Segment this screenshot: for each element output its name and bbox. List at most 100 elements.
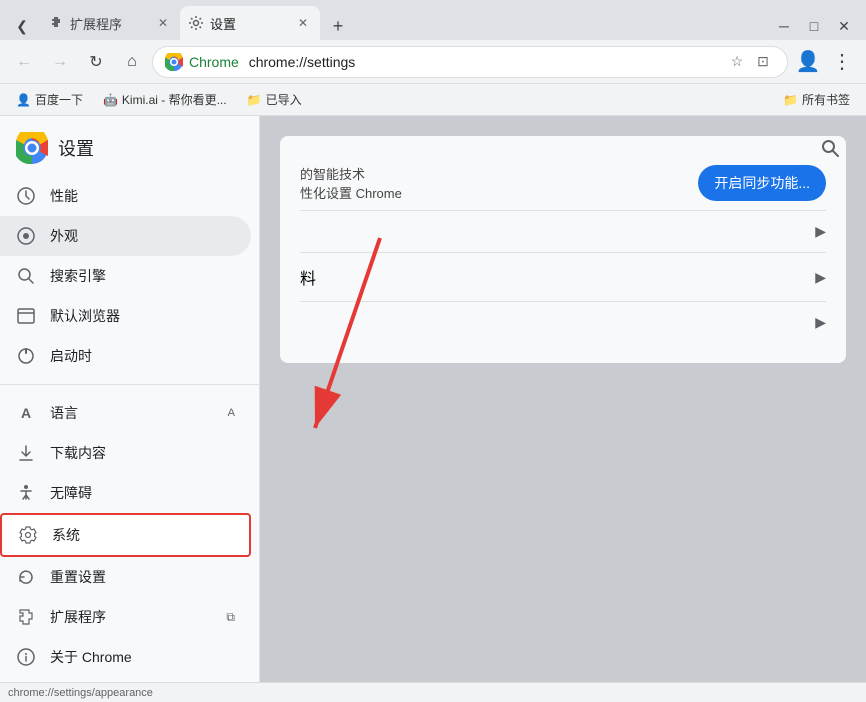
- accessibility-label: 无障碍: [50, 483, 235, 503]
- baidu-icon: 👤: [16, 93, 31, 107]
- address-bar[interactable]: Chrome chrome://settings ☆ ⊡: [152, 46, 788, 78]
- sidebar-title: 设置: [58, 135, 94, 161]
- address-actions: ☆ ⊡: [725, 50, 775, 74]
- downloads-label: 下载内容: [50, 443, 235, 463]
- settings-content: 的智能技术 性化设置 Chrome 开启同步功能... ▶ 料 ▶ ▶: [260, 116, 866, 682]
- sidebar-item-reset[interactable]: 重置设置: [0, 557, 251, 597]
- bookmark-kimi[interactable]: 🤖 Kimi.ai - 帮你看更...: [95, 89, 235, 110]
- sync-row: 的智能技术 性化设置 Chrome 开启同步功能...: [300, 156, 826, 210]
- about-label: 关于 Chrome: [50, 647, 235, 667]
- settings-card: 的智能技术 性化设置 Chrome 开启同步功能... ▶ 料 ▶ ▶: [280, 136, 846, 363]
- tab-settings-close[interactable]: ✕: [294, 14, 312, 32]
- sync-button[interactable]: 开启同步功能...: [698, 165, 826, 201]
- content-search-area: [814, 132, 846, 164]
- search-label: 搜索引擎: [50, 266, 235, 286]
- startup-label: 启动时: [50, 346, 235, 366]
- sidebar-item-appearance[interactable]: 外观: [0, 216, 251, 256]
- address-url: chrome://settings: [249, 54, 356, 70]
- appearance-label: 外观: [50, 226, 235, 246]
- window-controls: ─ □ ✕: [770, 12, 858, 40]
- forward-button[interactable]: →: [44, 46, 76, 78]
- settings-row-1[interactable]: ▶: [300, 210, 826, 252]
- system-label: 系统: [52, 525, 233, 545]
- sidebar-item-about[interactable]: 关于 Chrome: [0, 637, 251, 677]
- tab-extensions-title: 扩展程序: [70, 14, 148, 33]
- sidebar-item-language[interactable]: A 语言 A: [0, 393, 251, 433]
- settings-sidebar: 设置 性能 外观: [0, 116, 260, 682]
- sync-text-2: 性化设置 Chrome: [300, 183, 402, 202]
- row-2-label: 料: [300, 265, 316, 289]
- reload-button[interactable]: ↻: [80, 46, 112, 78]
- sidebar-item-system[interactable]: 系统: [0, 513, 251, 557]
- nav-bar: ← → ↻ ⌂ Chrome chrome://settings: [0, 40, 866, 84]
- downloads-icon: [16, 443, 36, 463]
- bookmarks-bar: 👤 百度一下 🤖 Kimi.ai - 帮你看更... 📁 已导入 📁 所有书签: [0, 84, 866, 116]
- all-bookmarks-btn[interactable]: 📁 所有书签: [775, 89, 858, 110]
- search-icon: [16, 266, 36, 286]
- menu-button[interactable]: ⋮: [826, 46, 858, 78]
- tab-bar-left: ❮: [8, 12, 36, 40]
- status-bar: chrome://settings/appearance: [0, 682, 866, 702]
- tab-extensions-close[interactable]: ✕: [154, 14, 172, 32]
- new-tab-button[interactable]: +: [324, 12, 352, 40]
- baidu-label: 百度一下: [35, 91, 83, 108]
- reset-icon: [16, 567, 36, 587]
- sidebar-item-search[interactable]: 搜索引擎: [0, 256, 251, 296]
- bookmark-imported[interactable]: 📁 已导入: [239, 89, 310, 110]
- tab-scroll-left[interactable]: ❮: [8, 12, 36, 40]
- extensions-favicon: [48, 15, 64, 31]
- close-button[interactable]: ✕: [830, 12, 858, 40]
- profile-button[interactable]: 👤: [792, 46, 824, 78]
- chevron-icon-3: ▶: [815, 314, 826, 331]
- bookmark-baidu[interactable]: 👤 百度一下: [8, 89, 91, 110]
- language-translate-icon: A: [228, 407, 235, 419]
- all-bookmarks-folder-icon: 📁: [783, 93, 798, 107]
- tab-extensions[interactable]: 扩展程序 ✕: [40, 6, 180, 40]
- folder-icon: 📁: [247, 93, 262, 107]
- performance-label: 性能: [50, 186, 235, 206]
- sync-description: 的智能技术 性化设置 Chrome: [300, 164, 402, 202]
- tab-settings-title: 设置: [210, 14, 288, 33]
- all-bookmarks: 📁 所有书签: [775, 89, 858, 110]
- reset-label: 重置设置: [50, 567, 235, 587]
- sidebar-item-startup[interactable]: 启动时: [0, 336, 251, 376]
- maximize-button[interactable]: □: [800, 12, 828, 40]
- sidebar-header: 设置: [0, 116, 259, 176]
- tab-settings[interactable]: 设置 ✕: [180, 6, 320, 40]
- reading-list-button[interactable]: ⊡: [751, 50, 775, 74]
- address-text: Chrome chrome://settings: [189, 54, 719, 70]
- sidebar-scroll-indicator: [0, 677, 259, 682]
- chevron-icon-2: ▶: [815, 269, 826, 286]
- sidebar-item-performance[interactable]: 性能: [0, 176, 251, 216]
- settings-row-3[interactable]: ▶: [300, 301, 826, 343]
- language-label: 语言: [50, 403, 214, 423]
- minimize-button[interactable]: ─: [770, 12, 798, 40]
- sidebar-item-accessibility[interactable]: 无障碍: [0, 473, 251, 513]
- settings-row-2[interactable]: 料 ▶: [300, 252, 826, 301]
- sidebar-item-downloads[interactable]: 下载内容: [0, 433, 251, 473]
- sidebar-item-extensions[interactable]: 扩展程序 ⧉: [0, 597, 251, 637]
- bookmark-star-button[interactable]: ☆: [725, 50, 749, 74]
- site-icon: [165, 53, 183, 71]
- all-bookmarks-label: 所有书签: [802, 91, 850, 108]
- back-button[interactable]: ←: [8, 46, 40, 78]
- sidebar-item-default-browser[interactable]: 默认浏览器: [0, 296, 251, 336]
- chrome-logo: [16, 132, 48, 164]
- sidebar-divider-1: [0, 384, 259, 385]
- address-brand: Chrome: [189, 54, 239, 70]
- home-button[interactable]: ⌂: [116, 46, 148, 78]
- status-url: chrome://settings/appearance: [8, 687, 153, 699]
- performance-icon: [16, 186, 36, 206]
- main-area: 设置 性能 外观: [0, 116, 866, 682]
- extensions-sidebar-label: 扩展程序: [50, 607, 212, 627]
- content-search-button[interactable]: [814, 132, 846, 164]
- browser-icon: [16, 306, 36, 326]
- startup-icon: [16, 346, 36, 366]
- tab-bar: ❮ 扩展程序 ✕ 设置 ✕ + ─ □: [0, 0, 866, 40]
- kimi-icon: 🤖: [103, 93, 118, 107]
- nav-actions: 👤 ⋮: [792, 46, 858, 78]
- accessibility-icon: [16, 483, 36, 503]
- chevron-icon-1: ▶: [815, 223, 826, 240]
- imported-label: 已导入: [266, 91, 302, 108]
- sync-text-1: 的智能技术: [300, 164, 402, 183]
